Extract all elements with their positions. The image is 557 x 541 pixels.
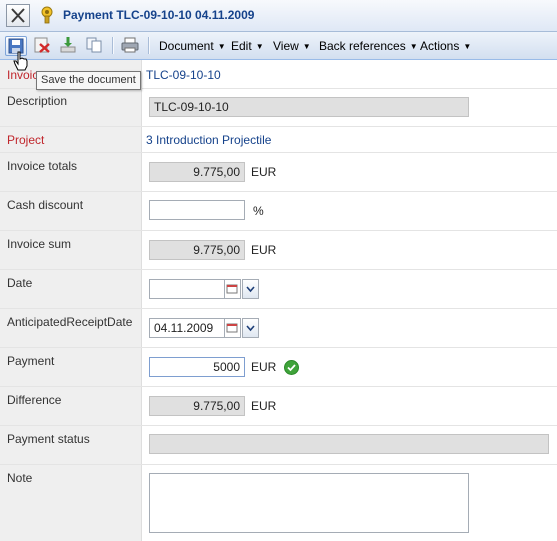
row-date: Date [0,270,557,309]
menu-edit[interactable]: Edit ▼ [231,39,264,53]
difference-label: Difference [7,393,62,407]
cash-discount-label: Cash discount [7,198,84,212]
window-title: Payment TLC-09-10-10 04.11.2009 [63,8,255,22]
cash-discount-unit: % [253,204,264,218]
row-note: Note [0,465,557,541]
row-description: Description TLC-09-10-10 [0,89,557,127]
dropdown-arrow-icon: ▼ [255,42,264,51]
invoice-totals-label: Invoice totals [7,159,78,173]
hand-cursor-icon [13,51,28,71]
dropdown-arrow-icon: ▼ [409,42,418,51]
anticipated-date-dropdown-button[interactable] [242,318,259,338]
row-difference: Difference 9.775,00 EUR [0,387,557,426]
delete-icon [34,37,50,53]
close-icon [11,8,25,23]
menu-view[interactable]: View ▼ [273,39,311,53]
calendar-icon [226,323,238,333]
payment-input[interactable]: 5000 [149,357,245,377]
menu-back-references[interactable]: Back references ▼ [319,39,418,53]
row-invoice-totals: Invoice totals 9.775,00 EUR [0,153,557,192]
anticipated-receipt-date-label: AnticipatedReceiptDate [7,315,133,329]
save-tooltip: Save the document [36,71,141,90]
dropdown-arrow-icon: ▼ [302,42,311,51]
payment-status-field [149,434,549,454]
menu-document[interactable]: Document ▼ [159,39,226,53]
note-textarea[interactable] [149,473,469,533]
calendar-icon [226,284,238,294]
toolbar-separator [148,37,150,54]
dropdown-arrow-icon: ▼ [217,42,226,51]
description-label: Description [7,94,68,108]
row-anticipated-receipt-date: AnticipatedReceiptDate 04.11.2009 [0,309,557,348]
toolbar-separator [112,37,114,54]
invoice-totals-field: 9.775,00 [149,162,245,182]
date-calendar-button[interactable] [225,279,241,299]
payment-unit: EUR [251,360,277,374]
cash-discount-input[interactable] [149,200,245,220]
project-link[interactable]: 3 Introduction Projectile [146,133,271,147]
date-input[interactable] [149,279,225,299]
invoice-sum-label: Invoice sum [7,237,72,251]
row-payment: Payment 5000 EUR [0,348,557,387]
difference-field: 9.775,00 [149,396,245,416]
note-label: Note [7,471,33,485]
print-button[interactable] [120,36,140,54]
payment-status-label: Payment status [7,432,90,446]
anticipated-receipt-date-input[interactable]: 04.11.2009 [149,318,225,338]
chevron-down-icon [246,325,255,332]
close-button[interactable] [6,4,30,27]
date-dropdown-button[interactable] [242,279,259,299]
invoice-totals-unit: EUR [251,165,277,179]
toolbar: Document ▼ Edit ▼ View ▼ Back references ▼ A… [0,32,557,60]
invoice-sum-field: 9.775,00 [149,240,245,260]
payment-label: Payment [7,354,55,368]
row-project: Project 3 Introduction Projectile [0,127,557,153]
invoice-link[interactable]: TLC-09-10-10 [146,68,221,82]
invoice-sum-unit: EUR [251,243,277,257]
description-field: TLC-09-10-10 [149,97,469,117]
project-label: Project [7,133,45,147]
checkmark-icon [284,360,299,375]
row-payment-status: Payment status [0,426,557,465]
import-icon [60,37,76,53]
chevron-down-icon [246,286,255,293]
row-cash-discount: Cash discount % [0,192,557,231]
date-label: Date [7,276,33,290]
delete-button[interactable] [32,36,52,54]
anticipated-date-calendar-button[interactable] [225,318,241,338]
row-invoice-sum: Invoice sum 9.775,00 EUR [0,231,557,270]
document-payment-icon [41,6,53,24]
difference-unit: EUR [251,399,277,413]
menu-actions[interactable]: Actions ▼ [420,39,471,53]
print-icon [121,37,139,53]
import-button[interactable] [58,36,78,54]
dropdown-arrow-icon: ▼ [463,42,472,51]
title-bar: Payment TLC-09-10-10 04.11.2009 [0,0,557,32]
copy-button[interactable] [84,36,104,54]
copy-icon [86,37,102,53]
